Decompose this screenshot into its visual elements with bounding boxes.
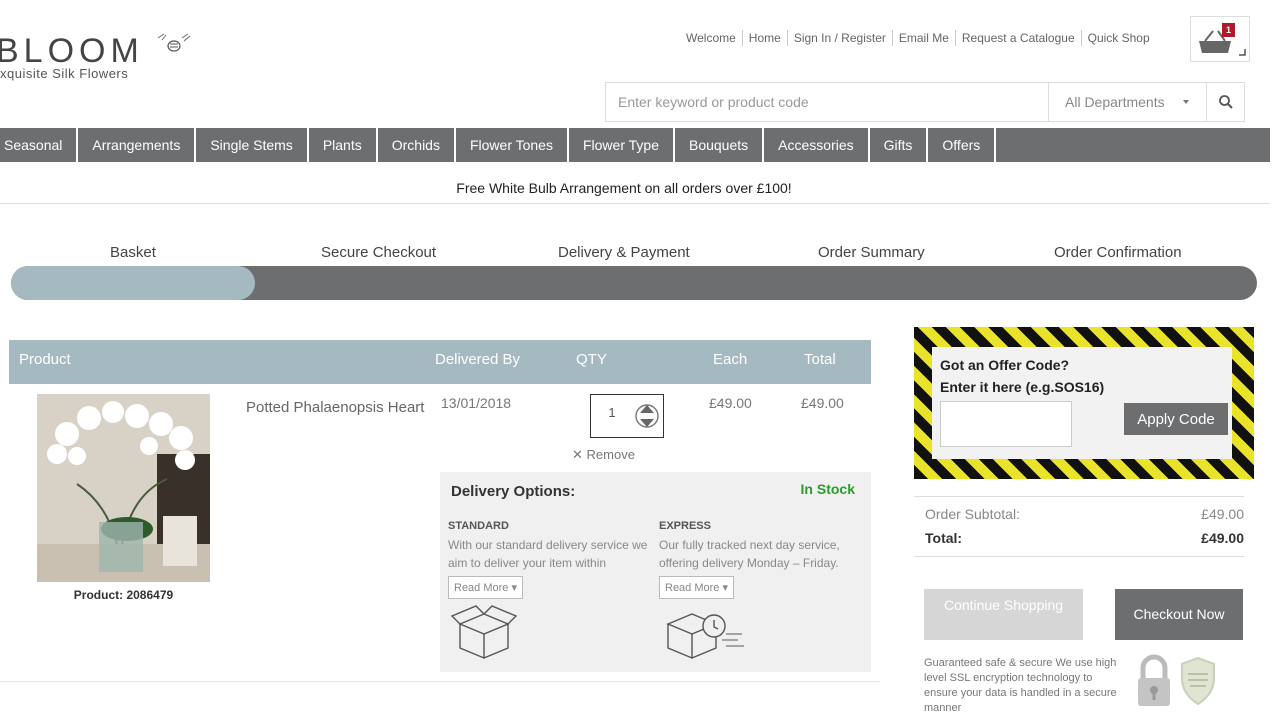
search-bar: All Departments <box>605 82 1245 122</box>
step-order-confirmation: Order Confirmation <box>1054 244 1182 261</box>
nav-offers[interactable]: Offers <box>928 128 997 162</box>
total-label: Total: <box>925 530 963 546</box>
nav-flower-type[interactable]: Flower Type <box>569 128 675 162</box>
subtotal-row: Order Subtotal: £49.00 <box>914 496 1244 526</box>
request-catalogue-link[interactable]: Request a Catalogue <box>956 30 1082 46</box>
nav-accessories[interactable]: Accessories <box>764 128 870 162</box>
standard-heading: STANDARD <box>448 520 509 532</box>
total-row: Total: £49.00 <box>914 526 1244 556</box>
caret-down-icon <box>1183 100 1189 104</box>
standard-read-more-label: Read More <box>454 582 509 594</box>
col-total: Total <box>804 351 836 368</box>
promo-banner[interactable]: Free White Bulb Arrangement on all order… <box>0 172 1270 204</box>
total-value: £49.00 <box>1201 530 1244 546</box>
secure-shield-icon <box>1181 656 1215 706</box>
product-image[interactable] <box>37 394 210 582</box>
search-icon <box>1218 95 1233 109</box>
quantity-stepper[interactable]: 1 <box>590 394 664 438</box>
express-delivery: EXPRESS Our fully tracked next day servi… <box>659 520 859 599</box>
step-secure-checkout: Secure Checkout <box>321 244 437 261</box>
brand-logo[interactable]: BLOOM xquisite Silk Flowers <box>0 28 191 88</box>
quantity-arrows <box>635 404 659 428</box>
home-link[interactable]: Home <box>743 30 788 46</box>
express-read-more-button[interactable]: Read More ▾ <box>659 576 734 599</box>
subtotal-value: £49.00 <box>1201 506 1244 522</box>
col-product: Product <box>19 351 71 368</box>
delivery-options-panel: Delivery Options: In Stock STANDARD With… <box>440 472 871 672</box>
product-code: Product: 2086479 <box>73 588 174 602</box>
quantity-value: 1 <box>608 405 616 420</box>
continue-shopping-button[interactable]: Continue Shopping <box>924 589 1083 640</box>
email-me-link[interactable]: Email Me <box>893 30 956 46</box>
express-text: Our fully tracked next day service, offe… <box>659 538 840 570</box>
item-each-price: £49.00 <box>709 395 752 411</box>
top-links: Welcome Home Sign In / Register Email Me… <box>680 30 1156 46</box>
apply-code-button[interactable]: Apply Code <box>1124 403 1228 435</box>
col-delivered-by: Delivered By <box>435 351 521 368</box>
department-select[interactable]: All Departments <box>1048 83 1206 121</box>
main-nav: Seasonal Arrangements Single Stems Plant… <box>0 128 1270 162</box>
step-basket: Basket <box>110 244 156 261</box>
offer-code-box: Got an Offer Code? Enter it here (e.g.SO… <box>914 327 1254 479</box>
basket-icon <box>1199 30 1246 56</box>
col-qty: QTY <box>576 351 607 368</box>
quick-shop-link[interactable]: Quick Shop <box>1082 30 1156 46</box>
remove-item-link[interactable]: ✕ Remove <box>572 447 635 463</box>
content-divider <box>0 681 880 682</box>
checkout-steps: Basket Secure Checkout Delivery & Paymen… <box>0 244 1280 262</box>
delivered-by-date: 13/01/2018 <box>441 395 512 411</box>
step-order-summary: Order Summary <box>818 244 925 261</box>
orchid-photo <box>37 394 210 582</box>
nav-flower-tones[interactable]: Flower Tones <box>456 128 569 162</box>
nav-orchids[interactable]: Orchids <box>378 128 456 162</box>
nav-arrangements[interactable]: Arrangements <box>78 128 197 162</box>
search-button[interactable] <box>1206 83 1244 121</box>
express-box-icon <box>666 613 744 660</box>
remove-x-icon: ✕ <box>572 447 587 462</box>
standard-read-more-button[interactable]: Read More ▾ <box>448 576 523 599</box>
promo-text: Free White Bulb Arrangement on all order… <box>456 180 792 196</box>
progress-fill <box>11 266 256 300</box>
stock-status: In Stock <box>800 481 855 497</box>
nav-seasonal[interactable]: Seasonal <box>0 128 79 162</box>
step-delivery-payment: Delivery & Payment <box>558 244 690 261</box>
subtotal-label: Order Subtotal: <box>925 506 1020 522</box>
basket-button[interactable]: 1 <box>1190 16 1250 62</box>
delivery-options-title: Delivery Options: <box>451 483 576 500</box>
padlock-icon <box>1138 654 1170 706</box>
security-note: Guaranteed safe & secure We use high lev… <box>924 657 1117 714</box>
sign-in-link[interactable]: Sign In / Register <box>788 30 893 46</box>
express-read-more-label: Read More <box>665 582 720 594</box>
nav-gifts[interactable]: Gifts <box>870 128 929 162</box>
brand-tagline: xquisite Silk Flowers <box>0 66 129 81</box>
standard-text: With our standard delivery service we ai… <box>448 538 648 570</box>
welcome-link[interactable]: Welcome <box>680 30 743 46</box>
nav-plants[interactable]: Plants <box>309 128 378 162</box>
checkout-now-button[interactable]: Checkout Now <box>1115 589 1243 640</box>
nav-single-stems[interactable]: Single Stems <box>196 128 309 162</box>
offer-code-panel: Got an Offer Code? Enter it here (e.g.SO… <box>932 347 1232 459</box>
col-each: Each <box>713 351 748 368</box>
nav-bouquets[interactable]: Bouquets <box>675 128 765 162</box>
offer-hint: Enter it here (e.g.SOS16) <box>940 379 1105 395</box>
checkout-progress-bar <box>11 266 1257 300</box>
basket-table-header: Product Delivered By QTY Each Total <box>9 340 871 384</box>
express-heading: EXPRESS <box>659 520 711 532</box>
basket-count-badge: 1 <box>1222 23 1235 37</box>
bee-icon <box>157 33 191 52</box>
item-total-price: £49.00 <box>801 395 844 411</box>
totals-divider <box>914 556 1244 557</box>
offer-title: Got an Offer Code? <box>940 357 1070 373</box>
box-icon <box>450 605 518 660</box>
remove-label: Remove <box>586 447 635 462</box>
department-label: All Departments <box>1065 94 1165 110</box>
product-name-link[interactable]: Potted Phalaenopsis Heart <box>246 396 426 420</box>
search-input[interactable] <box>606 83 1048 121</box>
offer-code-input[interactable] <box>940 401 1072 447</box>
standard-delivery: STANDARD With our standard delivery serv… <box>448 520 648 599</box>
order-totals: Order Subtotal: £49.00 Total: £49.00 <box>914 496 1244 557</box>
